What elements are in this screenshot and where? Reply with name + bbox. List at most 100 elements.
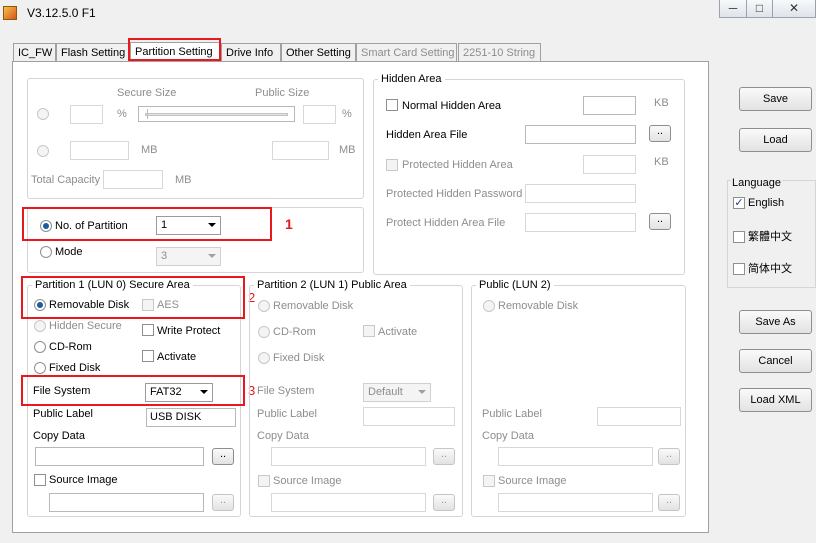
hidden-area-file-input[interactable] (525, 125, 636, 144)
p2-source-image-browse-button[interactable]: .. (433, 494, 455, 511)
tab-ic-fw[interactable]: IC_FW (13, 43, 56, 62)
p3-source-image-browse-button[interactable]: .. (658, 494, 680, 511)
p1-public-label-input[interactable]: USB DISK (146, 408, 236, 427)
p2-public-label-label: Public Label (257, 408, 317, 420)
p2-activate-checkbox[interactable] (363, 325, 375, 337)
p2-copy-data-input[interactable] (271, 447, 426, 466)
mode-radio[interactable] (40, 246, 52, 258)
save-button[interactable]: Save (739, 87, 812, 111)
percent-label: % (117, 108, 127, 120)
p1-aes-checkbox[interactable] (142, 299, 154, 311)
kb-label: KB (654, 97, 669, 109)
normal-hidden-area-size-input[interactable] (583, 96, 636, 115)
protected-hidden-area-file-input[interactable] (525, 213, 636, 232)
tab-smart-card-setting[interactable]: Smart Card Setting (356, 43, 457, 62)
total-capacity-input[interactable] (103, 170, 163, 189)
protected-hidden-area-size-input[interactable] (583, 155, 636, 174)
app-icon (3, 6, 17, 20)
p2-file-system-select[interactable]: Default (363, 383, 431, 402)
load-button[interactable]: Load (739, 128, 812, 152)
partition1-title: Partition 1 (LUN 0) Secure Area (32, 279, 193, 292)
protected-hidden-area-label: Protected Hidden Area (402, 159, 513, 171)
p2-source-image-input[interactable] (271, 493, 426, 512)
p3-copy-data-label: Copy Data (482, 430, 534, 442)
annotation-number-1: 1 (285, 216, 293, 232)
no-of-partition-value: 1 (161, 219, 168, 231)
chevron-down-icon (418, 390, 426, 394)
no-of-partition-select[interactable]: 1 (156, 216, 221, 235)
public-mb-input[interactable] (272, 141, 329, 160)
minimize-button[interactable]: ─ (719, 0, 747, 18)
p2-source-image-label: Source Image (273, 475, 342, 487)
p1-copy-data-input[interactable] (35, 447, 204, 466)
hidden-area-file-browse-button[interactable]: .. (649, 125, 671, 142)
public-lun2-title: Public (LUN 2) (476, 279, 554, 292)
size-mb-radio[interactable] (37, 145, 49, 157)
secure-percent-input[interactable] (70, 105, 103, 124)
p2-copy-data-label: Copy Data (257, 430, 309, 442)
p2-fixed-disk-radio[interactable] (258, 352, 270, 364)
p2-cd-rom-radio[interactable] (258, 326, 270, 338)
cancel-button[interactable]: Cancel (739, 349, 812, 373)
slider-thumb[interactable] (147, 109, 150, 119)
p1-hidden-secure-radio[interactable] (34, 320, 46, 332)
p3-removable-disk-radio[interactable] (483, 300, 495, 312)
english-label: English (748, 197, 785, 209)
english-checkbox[interactable]: ✓ (733, 197, 745, 209)
p2-copy-data-browse-button[interactable]: .. (433, 448, 455, 465)
secure-mb-input[interactable] (70, 141, 129, 160)
close-button[interactable]: ✕ (772, 0, 816, 18)
protected-hidden-area-file-browse-button[interactable]: .. (649, 213, 671, 230)
p1-file-system-label: File System (33, 385, 91, 397)
p1-source-image-browse-button[interactable]: .. (212, 494, 234, 511)
size-slider[interactable] (138, 106, 295, 122)
p3-public-label-input[interactable] (597, 407, 681, 426)
p1-source-image-checkbox[interactable] (34, 474, 46, 486)
p1-write-protect-label: Write Protect (157, 325, 221, 337)
mode-select[interactable]: 3 (156, 247, 221, 266)
p2-removable-disk-label: Removable Disk (273, 300, 354, 312)
p2-source-image-checkbox[interactable] (258, 475, 270, 487)
p3-copy-data-browse-button[interactable]: .. (658, 448, 680, 465)
trad-chinese-checkbox[interactable] (733, 231, 745, 243)
p3-removable-disk-label: Removable Disk (498, 300, 579, 312)
kb-label-2: KB (654, 156, 669, 168)
p1-write-protect-checkbox[interactable] (142, 324, 154, 336)
p1-activate-label: Activate (157, 351, 197, 363)
p1-source-image-label: Source Image (49, 474, 118, 486)
load-xml-button[interactable]: Load XML (739, 388, 812, 412)
no-of-partition-radio[interactable] (40, 220, 52, 232)
protected-hidden-password-input[interactable] (525, 184, 636, 203)
p2-file-system-value: Default (368, 386, 403, 398)
chevron-down-icon (208, 254, 216, 258)
p1-fixed-disk-radio[interactable] (34, 362, 46, 374)
p1-aes-label: AES (157, 299, 180, 311)
partition2-title: Partition 2 (LUN 1) Public Area (254, 279, 410, 292)
percent-label-2: % (342, 108, 352, 120)
p1-removable-disk-radio[interactable] (34, 299, 46, 311)
p3-source-image-checkbox[interactable] (483, 475, 495, 487)
normal-hidden-area-checkbox[interactable] (386, 99, 398, 111)
maximize-button[interactable]: □ (746, 0, 773, 18)
p1-file-system-select[interactable]: FAT32 (145, 383, 213, 402)
p2-public-label-input[interactable] (363, 407, 455, 426)
tab-drive-info[interactable]: Drive Info (221, 43, 281, 62)
protected-hidden-area-checkbox[interactable] (386, 159, 398, 171)
p1-source-image-input[interactable] (49, 493, 204, 512)
p2-activate-label: Activate (378, 326, 418, 338)
p2-removable-disk-radio[interactable] (258, 300, 270, 312)
size-percent-radio[interactable] (37, 108, 49, 120)
p3-source-image-input[interactable] (498, 493, 653, 512)
tab-flash-setting[interactable]: Flash Setting (56, 43, 129, 62)
p1-cd-rom-radio[interactable] (34, 341, 46, 353)
tab-2251-10-string[interactable]: 2251-10 String (458, 43, 541, 62)
p1-activate-checkbox[interactable] (142, 350, 154, 362)
protected-hidden-area-file-label: Protect Hidden Area File (386, 217, 506, 229)
simp-chinese-checkbox[interactable] (733, 263, 745, 275)
tab-other-setting[interactable]: Other Setting (281, 43, 356, 62)
public-percent-input[interactable] (303, 105, 336, 124)
p3-copy-data-input[interactable] (498, 447, 653, 466)
p1-copy-data-browse-button[interactable]: .. (212, 448, 234, 465)
p3-source-image-label: Source Image (498, 475, 567, 487)
save-as-button[interactable]: Save As (739, 310, 812, 334)
